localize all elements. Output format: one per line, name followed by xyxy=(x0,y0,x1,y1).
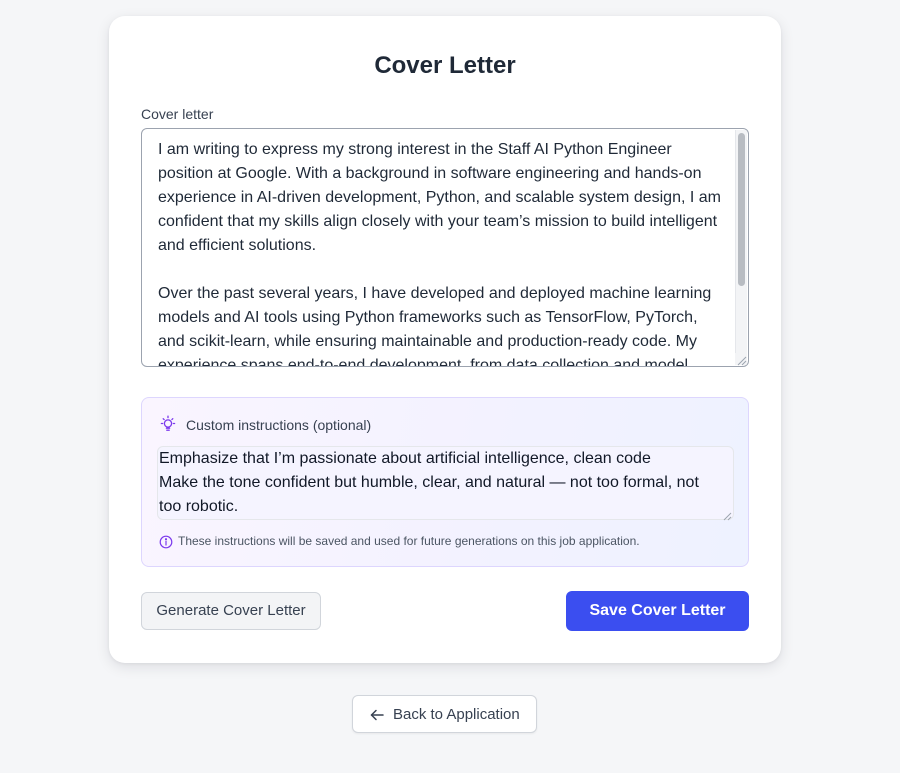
lightbulb-icon xyxy=(159,415,177,433)
info-icon xyxy=(159,535,173,549)
custom-instructions-text[interactable]: Emphasize that I’m passionate about arti… xyxy=(159,447,719,519)
cover-letter-textarea[interactable]: I am writing to express my strong intere… xyxy=(141,128,749,367)
back-to-application-button[interactable]: Back to Application xyxy=(352,695,537,733)
custom-instructions-textarea[interactable]: Emphasize that I’m passionate about arti… xyxy=(157,446,734,521)
back-button-label: Back to Application xyxy=(393,706,520,723)
instructions-save-note: These instructions will be saved and use… xyxy=(178,534,640,548)
cover-letter-label: Cover letter xyxy=(141,106,214,122)
custom-instructions-panel: Custom instructions (optional) Emphasize… xyxy=(141,397,749,567)
cover-letter-text[interactable]: I am writing to express my strong intere… xyxy=(158,138,724,366)
scrollbar-thumb[interactable] xyxy=(738,133,745,286)
arrow-left-icon xyxy=(370,708,384,721)
resize-handle-icon[interactable] xyxy=(722,508,732,521)
custom-instructions-label: Custom instructions (optional) xyxy=(186,417,372,433)
save-cover-letter-button[interactable]: Save Cover Letter xyxy=(566,591,749,631)
cover-letter-scrollbar[interactable] xyxy=(735,130,747,365)
cover-letter-card: Cover Letter Cover letter I am writing t… xyxy=(109,16,781,663)
page-title: Cover Letter xyxy=(374,52,516,79)
resize-handle-icon[interactable] xyxy=(735,353,747,366)
generate-cover-letter-button[interactable]: Generate Cover Letter xyxy=(141,592,321,630)
